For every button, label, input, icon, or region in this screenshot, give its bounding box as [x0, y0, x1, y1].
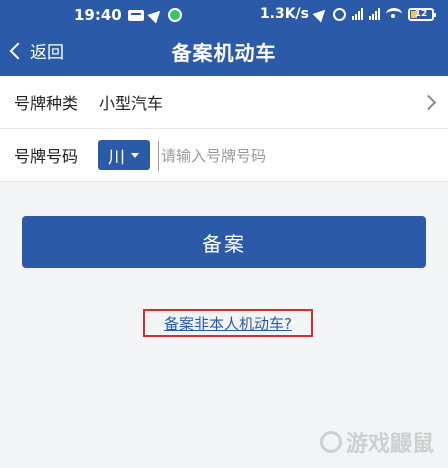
province-select[interactable]: 川 — [98, 140, 150, 170]
vehicle-form: 号牌种类 小型汽车 号牌号码 川 — [0, 76, 448, 182]
signal-icon — [352, 8, 363, 20]
register-button[interactable]: 备案 — [22, 216, 426, 268]
plate-type-row[interactable]: 号牌种类 小型汽车 — [0, 76, 448, 129]
signal-icon-2 — [369, 8, 380, 20]
location-icon — [312, 5, 330, 23]
status-left: 19:40 — [74, 6, 182, 24]
battery-icon: 12 — [408, 7, 436, 21]
battery-text: 12 — [414, 8, 428, 19]
app-icon — [167, 8, 182, 22]
status-right: 1.3K/s 12 — [259, 5, 436, 23]
watermark-text: 游戏鼹鼠 — [345, 432, 434, 457]
chevron-right-icon — [420, 94, 437, 110]
province-value: 川 — [108, 147, 125, 168]
plate-number-row: 号牌号码 川 — [0, 129, 448, 182]
watermark: 游戏鼹鼠 — [319, 426, 434, 458]
wifi-icon — [386, 8, 402, 20]
caret-down-icon — [131, 152, 139, 158]
plate-number-label: 号牌号码 — [14, 147, 79, 166]
status-bar: 19:40 1.3K/s 12 — [0, 0, 448, 28]
app-header: 19:40 1.3K/s 12 返回 备案机动车 — [0, 0, 448, 76]
title-bar: 返回 备案机动车 — [0, 28, 448, 76]
plate-number-input[interactable] — [158, 141, 433, 171]
message-icon — [127, 9, 144, 21]
plate-type-value: 小型汽车 — [99, 94, 164, 113]
plate-type-label: 号牌种类 — [14, 94, 79, 113]
alarm-icon — [333, 7, 346, 21]
page-title: 备案机动车 — [171, 41, 277, 65]
send-icon — [147, 6, 165, 24]
other-vehicle-link[interactable]: 备案非本人机动车? — [164, 313, 292, 334]
network-speed: 1.3K/s — [259, 6, 309, 22]
highlight-box: 备案非本人机动车? — [143, 309, 313, 337]
watermark-logo-icon — [319, 431, 342, 453]
status-time: 19:40 — [74, 6, 122, 24]
